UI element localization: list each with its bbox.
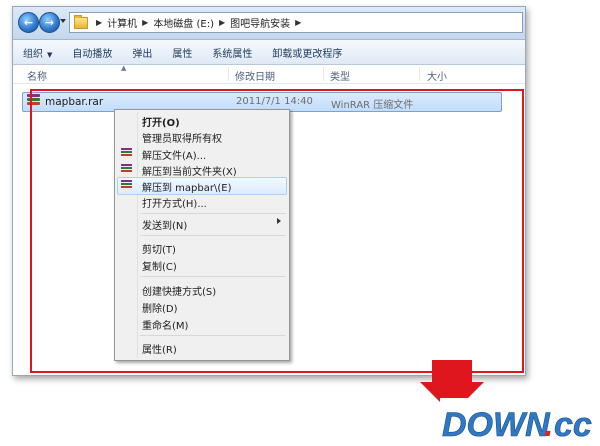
column-divider[interactable] xyxy=(323,67,324,81)
winrar-icon xyxy=(121,164,132,175)
eject-button[interactable]: 弹出 xyxy=(122,45,162,60)
menu-item-extract-to[interactable]: 解压到 mapbar\(E) xyxy=(142,179,231,194)
down-cc-logo: DOWN . cc xyxy=(440,398,600,446)
organize-button[interactable]: 组织 ▼ xyxy=(13,45,62,60)
menu-item-send-to[interactable]: 发送到(N) xyxy=(142,217,187,232)
organize-label: 组织 xyxy=(23,48,43,60)
column-header: 名称 ▲ 修改日期 类型 大小 xyxy=(13,64,525,84)
column-divider[interactable] xyxy=(228,67,229,81)
breadcrumb-folder[interactable]: 图吧导航安装 xyxy=(230,15,290,30)
winrar-icon xyxy=(121,148,132,159)
submenu-arrow-icon xyxy=(277,218,281,224)
context-menu: 打开(O) 管理员取得所有权 解压文件(A)... 解压到当前文件夹(X) 解压… xyxy=(114,109,290,361)
explorer-window: ← → ▶ 计算机 ▶ 本地磁盘 (E:) ▶ 图吧导航安装 ▶ 组织 ▼ 自动播… xyxy=(12,6,526,376)
menu-item-properties[interactable]: 属性(R) xyxy=(142,341,177,356)
sort-up-icon: ▲ xyxy=(121,64,127,72)
menu-item-take-ownership[interactable]: 管理员取得所有权 xyxy=(142,130,222,145)
chevron-right-icon[interactable]: ▶ xyxy=(142,18,148,27)
menu-item-create-shortcut[interactable]: 创建快捷方式(S) xyxy=(142,283,216,298)
menu-separator xyxy=(140,276,286,277)
column-modified[interactable]: 修改日期 xyxy=(235,68,275,83)
recent-pages-dropdown[interactable] xyxy=(60,19,66,23)
system-properties-button[interactable]: 系统属性 xyxy=(202,45,262,60)
menu-separator xyxy=(140,335,286,336)
properties-button[interactable]: 属性 xyxy=(162,45,202,60)
logo-text-dot: . xyxy=(544,406,553,444)
menu-item-cut[interactable]: 剪切(T) xyxy=(142,241,176,256)
back-arrow-icon: ← xyxy=(23,16,34,29)
chevron-right-icon[interactable]: ▶ xyxy=(96,18,102,27)
triangle-down-icon: ▼ xyxy=(47,50,53,59)
menu-item-rename[interactable]: 重命名(M) xyxy=(142,317,188,332)
menu-separator xyxy=(140,213,286,214)
forward-arrow-icon: → xyxy=(44,16,55,29)
command-bar: 组织 ▼ 自动播放 弹出 属性 系统属性 卸载或更改程序 xyxy=(13,40,525,65)
column-type[interactable]: 类型 xyxy=(330,68,350,83)
logo-text-cc: cc xyxy=(554,406,592,444)
breadcrumb-drive[interactable]: 本地磁盘 (E:) xyxy=(153,15,214,30)
chevron-right-icon[interactable]: ▶ xyxy=(295,18,301,27)
forward-button[interactable]: → xyxy=(39,12,60,33)
navigation-bar: ← → ▶ 计算机 ▶ 本地磁盘 (E:) ▶ 图吧导航安装 ▶ xyxy=(13,7,525,40)
column-name[interactable]: 名称 xyxy=(27,68,47,83)
menu-item-delete[interactable]: 删除(D) xyxy=(142,300,178,315)
breadcrumb-computer[interactable]: 计算机 xyxy=(107,15,137,30)
menu-item-extract-here[interactable]: 解压到当前文件夹(X) xyxy=(142,163,237,178)
menu-item-extract-files[interactable]: 解压文件(A)... xyxy=(142,147,206,162)
address-bar[interactable]: ▶ 计算机 ▶ 本地磁盘 (E:) ▶ 图吧导航安装 ▶ xyxy=(69,12,523,33)
uninstall-button[interactable]: 卸载或更改程序 xyxy=(262,45,352,60)
autoplay-button[interactable]: 自动播放 xyxy=(62,45,122,60)
menu-item-open-with[interactable]: 打开方式(H)... xyxy=(142,195,207,210)
folder-icon xyxy=(74,14,88,29)
winrar-icon xyxy=(121,180,132,191)
menu-gutter xyxy=(137,112,138,358)
column-divider[interactable] xyxy=(419,67,420,81)
back-button[interactable]: ← xyxy=(18,12,39,33)
menu-separator xyxy=(140,235,286,236)
chevron-right-icon[interactable]: ▶ xyxy=(219,18,225,27)
menu-item-copy[interactable]: 复制(C) xyxy=(142,258,177,273)
logo-text-down: DOWN xyxy=(442,406,551,444)
menu-item-open[interactable]: 打开(O) xyxy=(142,114,180,129)
column-size[interactable]: 大小 xyxy=(427,68,447,83)
